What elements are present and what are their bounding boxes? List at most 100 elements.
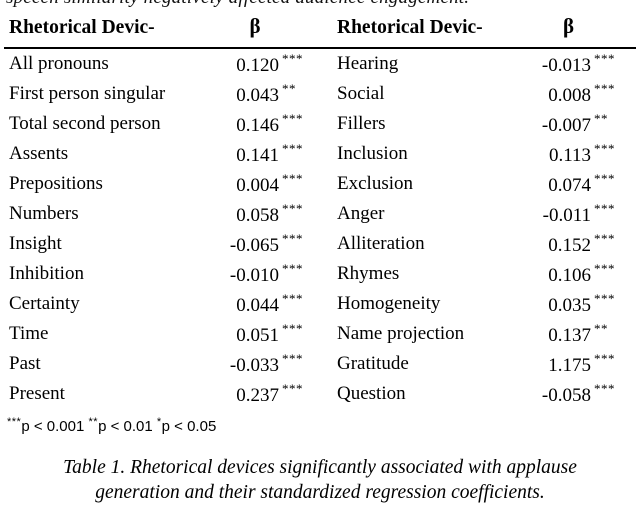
cell-device-right: Exclusion [337, 173, 413, 194]
significance-stars-right: *** [594, 81, 615, 97]
cell-beta-right: 0.035 *** [523, 289, 636, 319]
cell-beta-right: -0.013 *** [523, 47, 636, 79]
rhetorical-devices-table-container: Rhetorical Devic- β Rhetorical Devic- β … [0, 14, 640, 409]
cell-beta-left: 0.044 *** [209, 289, 327, 319]
cell-device-left: Present [9, 383, 65, 404]
table-row: All pronouns 0.120 *** Hearing -0.013 *** [4, 47, 636, 79]
beta-value-right: 0.008 [548, 84, 591, 106]
footnote-p-2: p < 0.01 [98, 418, 153, 435]
cell-beta-right: -0.011 *** [523, 199, 636, 229]
rhetorical-devices-table: Rhetorical Devic- β Rhetorical Devic- β … [4, 14, 636, 409]
cell-beta-left: 0.237 *** [209, 379, 327, 409]
cell-beta-left: 0.141 *** [209, 139, 327, 169]
cell-beta-right: 0.152 *** [523, 229, 636, 259]
significance-stars-right: *** [594, 381, 615, 397]
beta-value-left: -0.010 [229, 264, 279, 286]
significance-stars-left: *** [282, 141, 303, 157]
header-beta-left: β [209, 14, 327, 49]
cell-device-right: Fillers [337, 113, 386, 134]
cell-beta-left: 0.051 *** [209, 319, 327, 349]
significance-stars-right: ** [594, 321, 608, 337]
significance-stars-left: *** [282, 351, 303, 367]
table-row: Inhibition -0.010 *** Rhymes 0.106 *** [4, 259, 636, 289]
cell-device-left: Total second person [9, 113, 161, 134]
beta-value-right: -0.011 [542, 204, 591, 226]
beta-value-right: 0.137 [548, 324, 591, 346]
cell-device-right: Homogeneity [337, 293, 441, 314]
footnote-p-3: p < 0.001 [21, 418, 85, 435]
footnote-p-1: p < 0.05 [161, 418, 217, 435]
cell-device-right: Name projection [337, 323, 465, 344]
footnote-stars-2: ** [88, 416, 99, 428]
beta-value-left: 0.237 [236, 384, 279, 406]
cell-device-left: Certainty [9, 293, 80, 314]
cell-device-right: Rhymes [337, 263, 400, 284]
table-row: First person singular 0.043 ** Social 0.008 *… [4, 79, 636, 109]
header-rhetorical-device-right: Rhetorical Devic- [327, 14, 523, 49]
table-row: Prepositions 0.004 *** Exclusion 0.074 *** [4, 169, 636, 199]
cell-device-left: All pronouns [4, 47, 209, 79]
cell-device-right: Alliteration [337, 233, 425, 254]
significance-stars-right: *** [594, 141, 615, 157]
significance-stars-left: *** [282, 381, 303, 397]
beta-value-left: 0.141 [236, 144, 279, 166]
significance-stars-right: *** [594, 201, 615, 217]
significance-stars-right: ** [594, 111, 608, 127]
cell-beta-left: -0.033 *** [209, 349, 327, 379]
cell-device-left: First person singular [9, 83, 166, 104]
table-row: Present 0.237 *** Question -0.058 *** [4, 379, 636, 409]
cell-beta-right: 0.113 *** [523, 139, 636, 169]
footnote-stars-3: *** [7, 416, 22, 428]
cell-device-left: Inhibition [9, 263, 84, 284]
header-beta-right: β [523, 14, 636, 49]
significance-stars-left: *** [282, 261, 303, 277]
beta-value-right: -0.058 [541, 384, 591, 406]
beta-value-left: 0.051 [236, 324, 279, 346]
significance-stars-right: *** [594, 351, 615, 367]
cell-beta-left: 0.004 *** [209, 169, 327, 199]
cell-beta-right: 0.008 *** [523, 79, 636, 109]
cell-device-right: Question [337, 383, 406, 404]
significance-stars-left: *** [282, 201, 303, 217]
cell-device-right: Gratitude [337, 353, 409, 374]
significance-stars-left: *** [282, 321, 303, 337]
cell-beta-right: -0.058 *** [523, 379, 636, 409]
significance-footnote: ***p < 0.001 **p < 0.01 *p < 0.05 [7, 416, 216, 435]
significance-stars-right: *** [594, 51, 615, 67]
header-rhetorical-device-left: Rhetorical Devic- [4, 14, 209, 49]
cell-beta-left: -0.065 *** [209, 229, 327, 259]
table-body: All pronouns 0.120 *** Hearing -0.013 *** Firs… [4, 47, 636, 409]
beta-value-left: 0.004 [236, 174, 279, 196]
table-row: Assents 0.141 *** Inclusion 0.113 *** [4, 139, 636, 169]
significance-stars-left: *** [282, 291, 303, 307]
beta-value-right: 1.175 [548, 354, 591, 376]
table-row: Total second person 0.146 *** Fillers -0.007… [4, 109, 636, 139]
significance-stars-right: *** [594, 231, 615, 247]
beta-value-left: 0.120 [236, 54, 279, 76]
significance-stars-right: *** [594, 261, 615, 277]
table-caption: Table 1. Rhetorical devices significantl… [0, 455, 640, 505]
cell-device-right: Inclusion [337, 143, 408, 164]
cell-device-right: Anger [337, 203, 385, 224]
cell-beta-left: 0.146 *** [209, 109, 327, 139]
table-header-row: Rhetorical Devic- β Rhetorical Devic- β [4, 14, 636, 49]
table-row: Past -0.033 *** Gratitude 1.175 *** [4, 349, 636, 379]
cell-device-right: Hearing [327, 47, 523, 79]
beta-value-right: 0.035 [548, 294, 591, 316]
significance-stars-left: *** [282, 171, 303, 187]
table-row: Numbers 0.058 *** Anger -0.011 *** [4, 199, 636, 229]
cell-device-left: Past [9, 353, 41, 374]
table-row: Certainty 0.044 *** Homogeneity 0.035 *** [4, 289, 636, 319]
significance-stars-left: ** [282, 81, 296, 97]
beta-value-left: 0.043 [236, 84, 279, 106]
beta-value-left: -0.033 [229, 354, 279, 376]
cell-device-left: Prepositions [9, 173, 103, 194]
table-row: Time 0.051 *** Name projection 0.137 ** [4, 319, 636, 349]
cell-beta-left: 0.120 *** [209, 47, 327, 79]
cell-beta-right: -0.007 ** [523, 109, 636, 139]
beta-value-right: 0.113 [548, 144, 591, 166]
cell-device-right: Social [337, 83, 385, 104]
clipped-body-text: speech similarity negatively affected au… [6, 0, 634, 9]
beta-value-left: 0.146 [236, 114, 279, 136]
cell-device-left: Numbers [9, 203, 79, 224]
